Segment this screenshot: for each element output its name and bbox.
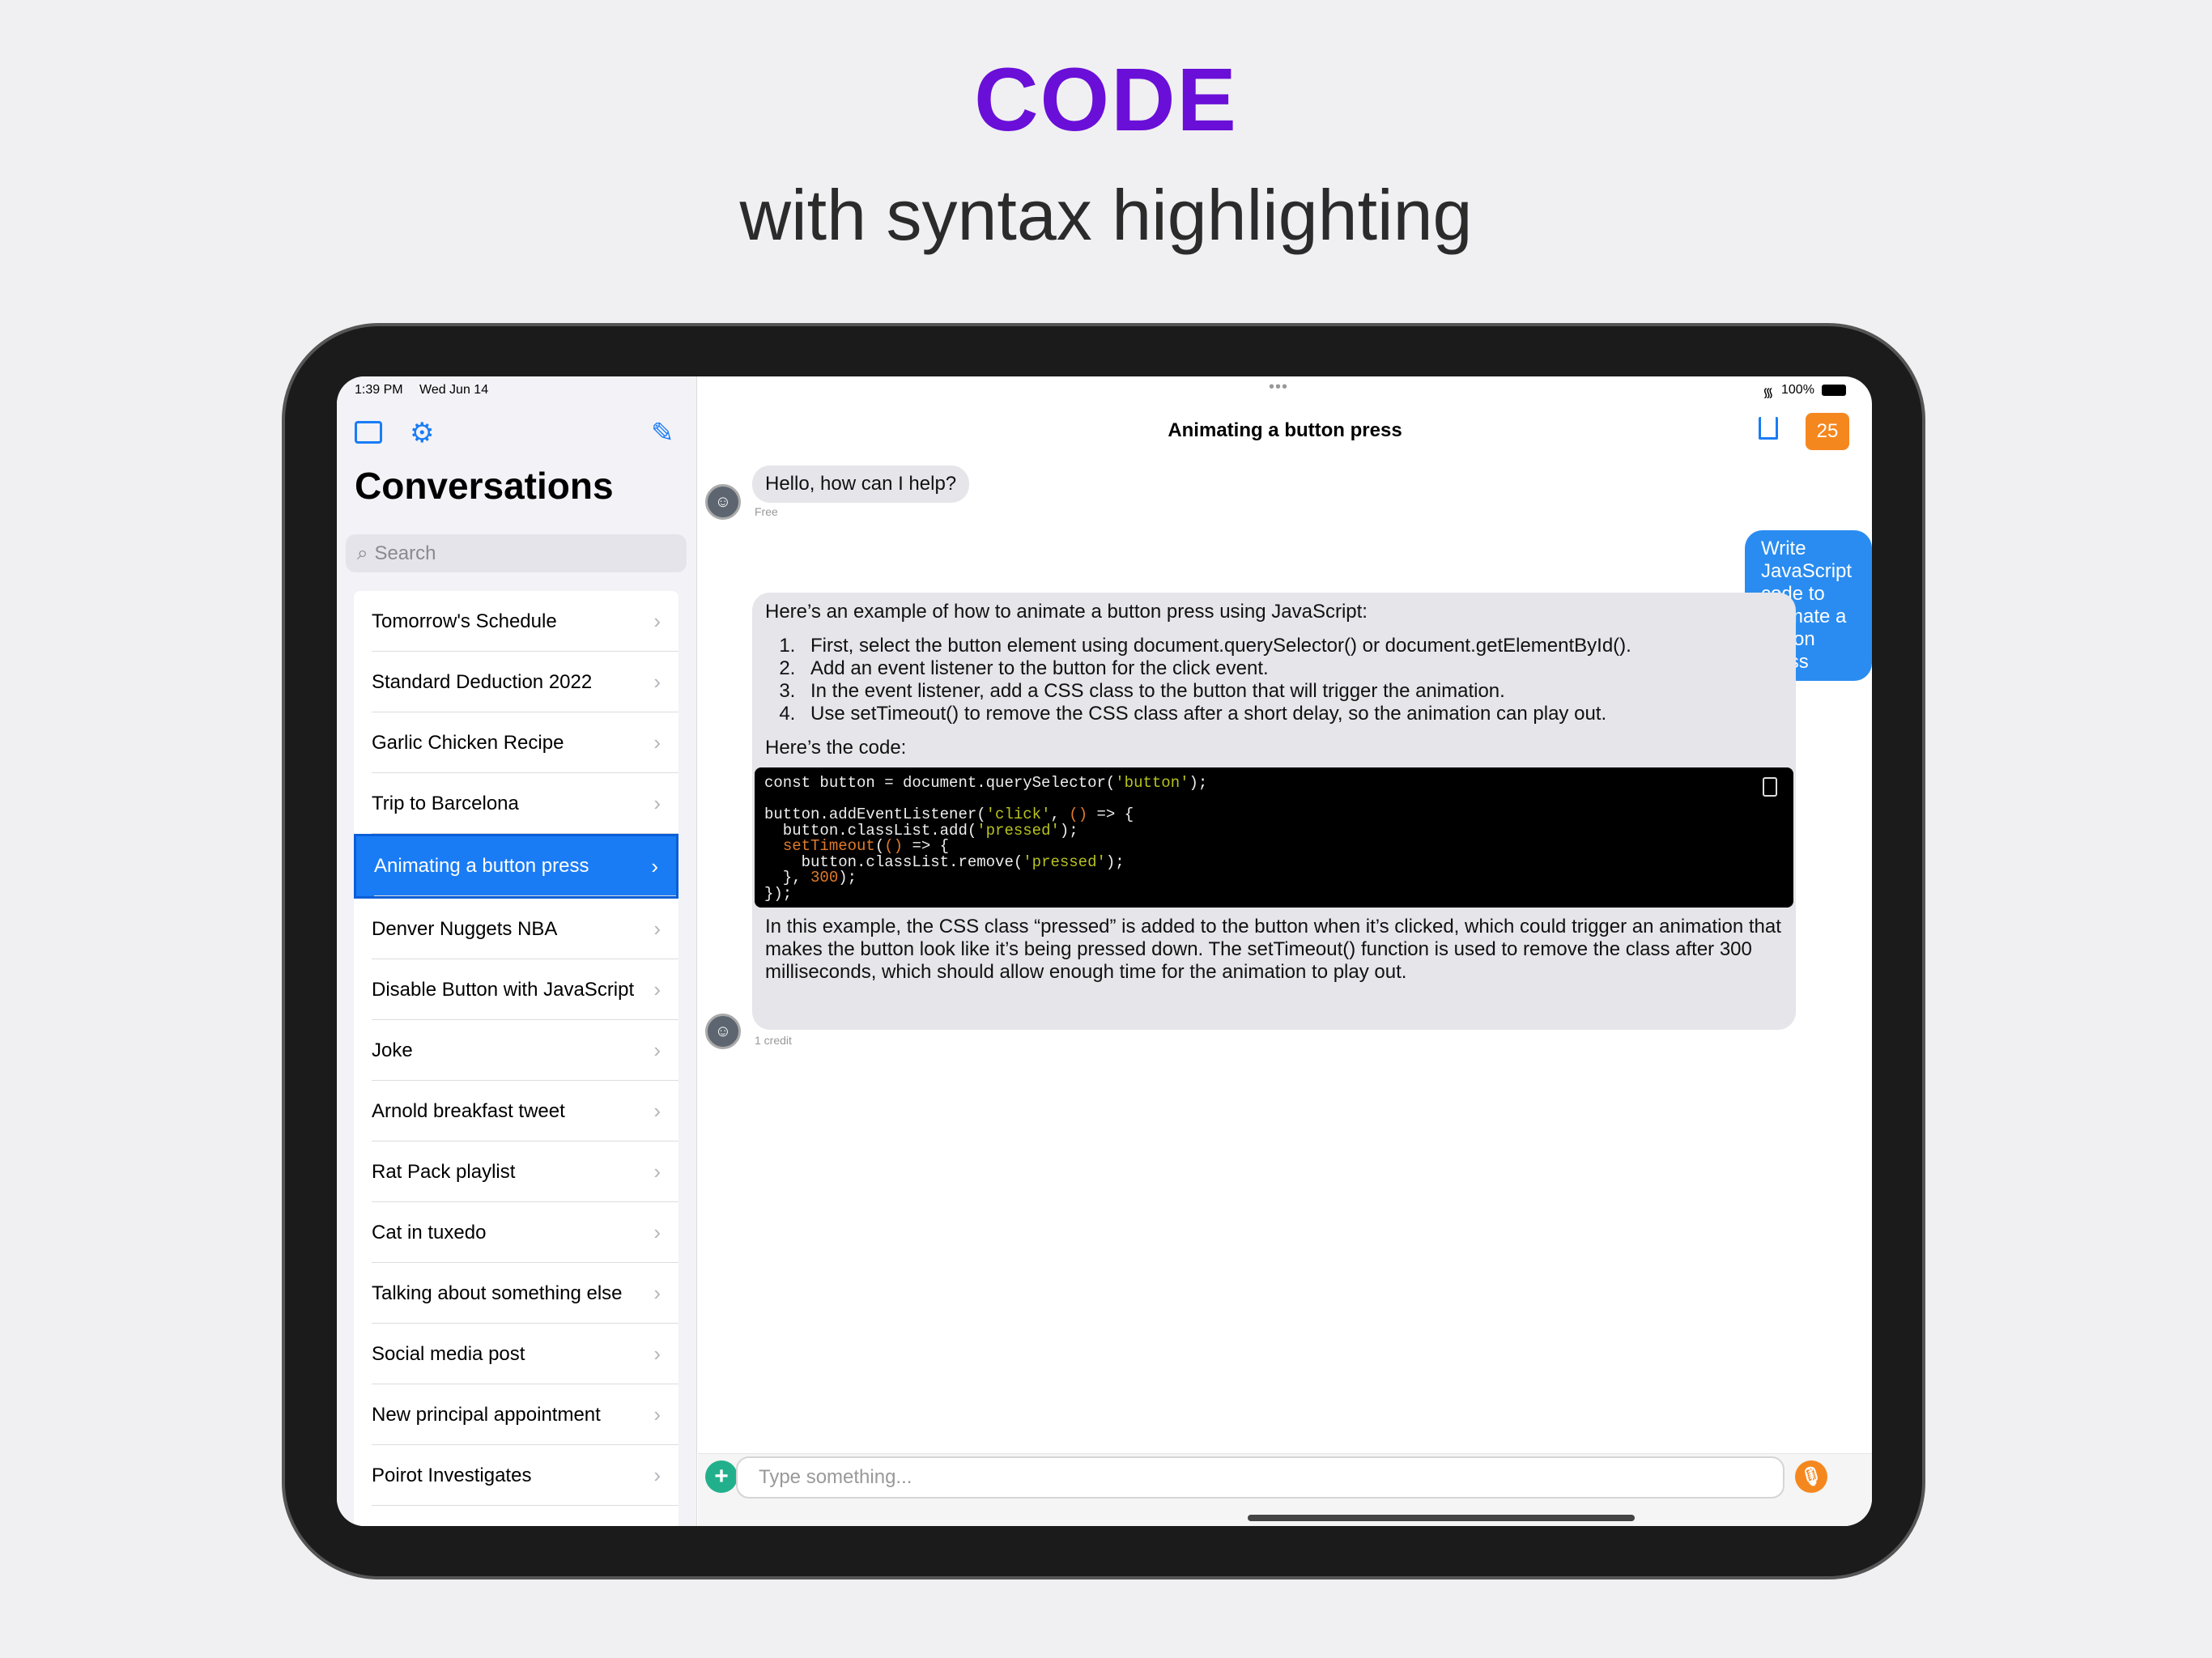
bot-greeting-bubble: Hello, how can I help?	[752, 466, 970, 503]
ipad-screen: 1:39 PM Wed Jun 14 ⚙ ✎ Conversations ⌕ S…	[337, 376, 1872, 1526]
response-meta: 1 credit	[755, 1034, 792, 1047]
chevron-right-icon: ›	[653, 791, 661, 815]
chevron-right-icon: ›	[651, 853, 658, 878]
chevron-right-icon: ›	[653, 670, 661, 694]
status-date: Wed Jun 14	[419, 383, 489, 397]
response-outro: In this example, the CSS class “pressed”…	[765, 916, 1781, 983]
conversation-label: Joke	[372, 1039, 413, 1061]
conversation-label: Garlic Chicken Recipe	[372, 731, 564, 754]
chevron-right-icon: ›	[653, 1281, 661, 1305]
conversation-label: Arnold breakfast tweet	[372, 1099, 565, 1122]
conversation-label: New principal appointment	[372, 1403, 601, 1426]
code-text: const button = document.querySelector('b…	[764, 774, 1208, 903]
conversation-label: Animating a button press	[374, 855, 589, 877]
conversation-label: Tomorrow's Schedule	[372, 610, 557, 632]
search-input[interactable]: ⌕ Search	[346, 534, 687, 572]
chevron-right-icon: ›	[653, 730, 661, 755]
conversation-label: Standard Deduction 2022	[372, 670, 593, 693]
conversation-item[interactable]: Poirot Investigates ›	[354, 1445, 678, 1506]
conversation-item[interactable]: Joke ›	[354, 1020, 678, 1081]
chevron-right-icon: ›	[653, 1159, 661, 1184]
bot-avatar: ☺	[705, 484, 741, 520]
response-step: Use setTimeout() to remove the CSS class…	[801, 703, 1783, 725]
credits-badge[interactable]: 25	[1806, 413, 1849, 450]
response-steps: First, select the button element using d…	[801, 635, 1783, 725]
greeting-meta: Free	[755, 505, 778, 518]
conversation-label: Disable Button with JavaScript	[372, 978, 635, 1001]
home-indicator	[1248, 1515, 1635, 1521]
conversation-list: Tomorrow's Schedule › Standard Deduction 2…	[354, 591, 678, 1526]
conversation-item[interactable]: Cat in tuxedo ›	[354, 1202, 678, 1263]
promo-headline: CODE	[974, 50, 1238, 150]
search-icon: ⌕	[357, 542, 368, 564]
conversation-item[interactable]: Disable Button with JavaScript ›	[354, 959, 678, 1020]
conversation-item[interactable]: Talking about something else ›	[354, 1263, 678, 1324]
status-time: 1:39 PM	[355, 383, 403, 397]
conversation-item[interactable]: Garlic Chicken Recipe ›	[354, 712, 678, 773]
chat-pane: ••• ᯾ 100% Animating a button press 25 ☺…	[698, 376, 1872, 1526]
conversation-label: Rat Pack playlist	[372, 1160, 516, 1183]
conversation-label: Emilio Dorsey profile (2022)	[372, 1525, 611, 1527]
conversation-label: Talking about something else	[372, 1282, 623, 1304]
chevron-right-icon: ›	[653, 609, 661, 633]
bot-avatar: ☺	[705, 1014, 741, 1049]
conversation-item[interactable]: Tomorrow's Schedule ›	[354, 591, 678, 652]
response-step: Add an event listener to the button for …	[801, 657, 1783, 680]
code-label: Here’s the code:	[765, 737, 907, 759]
conversation-label: Poirot Investigates	[372, 1464, 532, 1486]
conversation-label: Cat in tuxedo	[372, 1221, 487, 1244]
chevron-right-icon: ›	[653, 1524, 661, 1526]
sidebar-toggle-icon[interactable]	[355, 421, 382, 444]
chevron-right-icon: ›	[653, 916, 661, 941]
share-icon[interactable]	[1759, 417, 1778, 440]
search-placeholder: Search	[374, 542, 436, 564]
bot-response-bubble: Here’s an example of how to animate a bu…	[752, 593, 1796, 1030]
input-placeholder: Type something...	[759, 1466, 912, 1488]
code-block: const button = document.querySelector('b…	[755, 767, 1793, 908]
page-title: Conversations	[355, 465, 614, 507]
wifi-icon: ᯾	[1763, 386, 1774, 400]
microphone-icon[interactable]: 🎙	[1795, 1460, 1827, 1493]
conversation-item[interactable]: Rat Pack playlist ›	[354, 1141, 678, 1202]
chevron-right-icon: ›	[653, 1463, 661, 1487]
conversation-item[interactable]: Denver Nuggets NBA ›	[354, 899, 678, 959]
conversation-item[interactable]: New principal appointment ›	[354, 1384, 678, 1445]
conversation-item[interactable]: Trip to Barcelona ›	[354, 773, 678, 834]
multitasking-dots-icon[interactable]: •••	[1269, 378, 1288, 397]
response-step: First, select the button element using d…	[801, 635, 1783, 657]
message-input[interactable]: Type something...	[736, 1456, 1784, 1499]
conversation-label: Trip to Barcelona	[372, 792, 519, 814]
conversation-item[interactable]: Arnold breakfast tweet ›	[354, 1081, 678, 1141]
conversation-label: Social media post	[372, 1342, 525, 1365]
chat-title: Animating a button press	[1168, 419, 1402, 441]
conversation-item[interactable]: Emilio Dorsey profile (2022) ›	[354, 1506, 678, 1526]
compose-icon[interactable]: ✎	[651, 417, 674, 449]
battery-icon	[1822, 385, 1846, 396]
promo-subline: with syntax highlighting	[739, 175, 1473, 255]
conversation-item[interactable]: Standard Deduction 2022 ›	[354, 652, 678, 712]
add-icon[interactable]: +	[705, 1460, 738, 1493]
chevron-right-icon: ›	[653, 1402, 661, 1426]
battery-level: 100%	[1781, 383, 1814, 397]
chevron-right-icon: ›	[653, 1038, 661, 1062]
response-step: In the event listener, add a CSS class t…	[801, 680, 1783, 703]
copy-icon[interactable]	[1763, 777, 1777, 797]
conversation-item[interactable]: Animating a button press ›	[354, 834, 678, 899]
conversation-item[interactable]: Social media post ›	[354, 1324, 678, 1384]
response-intro: Here’s an example of how to animate a bu…	[765, 601, 1368, 623]
conversation-label: Denver Nuggets NBA	[372, 917, 558, 940]
chevron-right-icon: ›	[653, 1220, 661, 1244]
gear-icon[interactable]: ⚙	[410, 417, 434, 449]
sidebar: 1:39 PM Wed Jun 14 ⚙ ✎ Conversations ⌕ S…	[337, 376, 697, 1526]
chevron-right-icon: ›	[653, 1099, 661, 1123]
chevron-right-icon: ›	[653, 977, 661, 1001]
chevron-right-icon: ›	[653, 1341, 661, 1366]
